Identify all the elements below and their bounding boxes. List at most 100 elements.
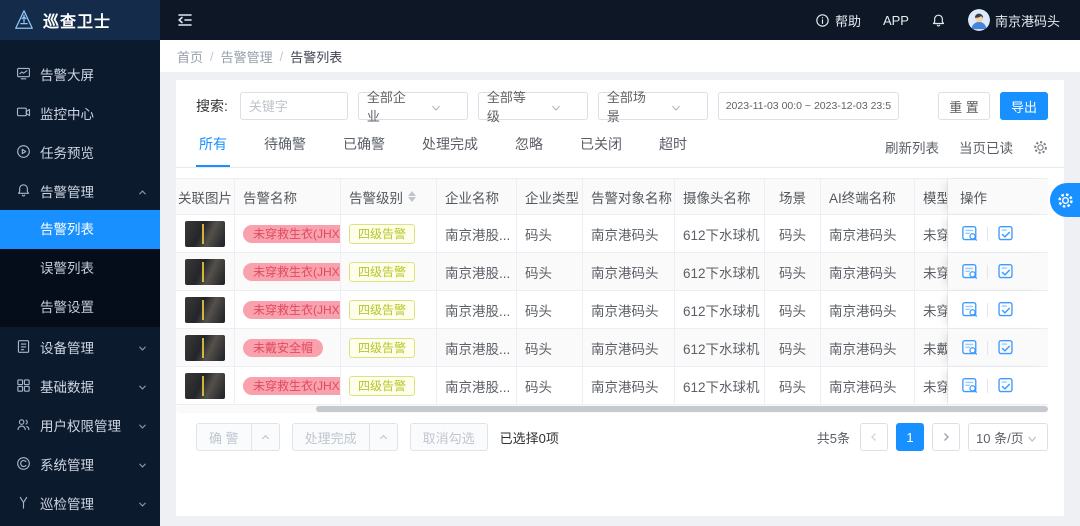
sidebar-item[interactable]: 设备管理 xyxy=(0,327,160,366)
company-select[interactable]: 全部企业 xyxy=(357,90,468,124)
alarm-thumbnail[interactable] xyxy=(185,296,225,323)
sidebar-item[interactable]: 监控中心 xyxy=(0,93,160,132)
confirm-alarm-icon[interactable] xyxy=(996,338,1015,357)
tab-6[interactable]: 超时 xyxy=(656,134,690,167)
notification-bell-icon[interactable] xyxy=(931,13,946,28)
alarm-thumbnail[interactable] xyxy=(185,220,225,247)
tab-0[interactable]: 所有 xyxy=(196,134,230,167)
filter-bar: 搜索: 全部企业 全部等级 全部场景 2023-11-03 00:0 ~ 202… xyxy=(176,80,1064,124)
cell-scene: 码头 xyxy=(765,329,821,366)
cell-company_type: 码头 xyxy=(517,253,583,290)
confirm-alarm-button[interactable]: 确 警 xyxy=(196,423,252,451)
cell-company_type: 码头 xyxy=(517,367,583,404)
sort-icon[interactable] xyxy=(408,191,416,202)
cell-camera: 612下水球机 xyxy=(675,291,765,328)
prev-page-button[interactable] xyxy=(860,423,888,451)
alarm-thumbnail[interactable] xyxy=(185,334,225,361)
view-detail-icon[interactable] xyxy=(960,300,979,319)
sidebar-item[interactable]: 巡检管理 xyxy=(0,483,160,522)
sidebar-subitem[interactable]: 误警列表 xyxy=(0,249,160,288)
view-detail-icon[interactable] xyxy=(960,262,979,281)
sidebar-item[interactable]: 用户权限管理 xyxy=(0,405,160,444)
table-row[interactable]: 未穿救生衣(JHX) 四级告警 南京港股... 码头 南京港码头 612下水球机 码头 南京港… xyxy=(176,215,1048,253)
data-icon xyxy=(16,378,31,393)
confirm-alarm-icon[interactable] xyxy=(996,262,1015,281)
status-tabs: 所有 待确警 已确警 处理完成 忽略 已关闭 超时 刷新列表 当页已读 xyxy=(176,120,1064,168)
breadcrumb-alarm-mgmt[interactable]: 告警管理 xyxy=(221,47,273,66)
sidebar-item-label: 任务预览 xyxy=(40,145,94,161)
breadcrumb-current: 告警列表 xyxy=(290,49,343,65)
cancel-selection-button[interactable]: 取消勾选 xyxy=(409,423,488,451)
alarm-level-badge: 四级告警 xyxy=(349,375,416,396)
column-header: 企业名称 xyxy=(437,179,517,214)
refresh-list-button[interactable]: 刷新列表 xyxy=(885,137,939,157)
table-row[interactable]: 未穿救生衣(JHX) 四级告警 南京港股... 码头 南京港码头 612下水球机 码头 南京港… xyxy=(176,291,1048,329)
confirm-alarm-icon[interactable] xyxy=(996,224,1015,243)
process-complete-button[interactable]: 处理完成 xyxy=(291,423,370,451)
column-settings-gear-icon[interactable] xyxy=(1033,140,1048,155)
cell-company_type: 码头 xyxy=(517,329,583,366)
app-window: 巡查卫士 告警大屏 监控中心 任务预览 告警管理 告警列表 误警列表 告警设置 设备管理 基础数… xyxy=(0,0,1080,526)
sidebar-item[interactable]: 系统管理 xyxy=(0,444,160,483)
sidebar-item-label: 告警大屏 xyxy=(40,67,94,83)
chevron-down-icon xyxy=(137,419,148,430)
info-icon xyxy=(815,13,830,28)
table-row[interactable]: 未戴安全帽四级告警南京港股...码头南京港码头612下水球机码头南京港码头未戴安… xyxy=(176,329,1048,367)
sidebar-item[interactable]: 告警大屏 xyxy=(0,54,160,93)
alarm-thumbnail[interactable] xyxy=(185,372,225,399)
column-header: 告警名称 xyxy=(235,179,341,214)
app-button[interactable]: APP xyxy=(883,13,909,28)
operation-cell xyxy=(948,367,1048,404)
table-row[interactable]: 未穿救生衣(JHX) 四级告警 南京港股... 码头 南京港码头 612下水球机 码头 南京港… xyxy=(176,367,1048,405)
divider xyxy=(987,264,988,279)
scene-select[interactable]: 全部场景 xyxy=(597,90,708,124)
mark-page-read-button[interactable]: 当页已读 xyxy=(959,137,1013,157)
cell-terminal: 南京港码头 xyxy=(821,253,915,290)
process-complete-dropdown[interactable] xyxy=(369,423,398,451)
page-size-select[interactable]: 10 条/页 xyxy=(968,423,1048,451)
collapse-menu-icon[interactable] xyxy=(176,11,194,29)
next-page-button[interactable] xyxy=(932,423,960,451)
tab-1[interactable]: 待确警 xyxy=(261,134,309,167)
export-button[interactable]: 导出 xyxy=(1000,92,1048,120)
sidebar-item[interactable]: 基础数据 xyxy=(0,366,160,405)
sidebar-item[interactable]: 任务预览 xyxy=(0,132,160,171)
level-select[interactable]: 全部等级 xyxy=(477,90,588,124)
user-menu[interactable]: 南京港码头 xyxy=(967,9,1060,31)
users-icon xyxy=(16,417,31,432)
alarm-name-badge: 未穿救生衣(JHX) xyxy=(243,300,340,319)
cell-company: 南京港股... xyxy=(437,215,517,252)
view-detail-icon[interactable] xyxy=(960,338,979,357)
sidebar-item-label: 设备管理 xyxy=(40,340,94,356)
table-row[interactable]: 未穿救生衣(JHX) 四级告警 南京港股... 码头 南京港码头 612下水球机 码头 南京港… xyxy=(176,253,1048,291)
chevron-down-icon xyxy=(137,341,148,352)
column-header[interactable]: 告警级别 xyxy=(341,179,437,214)
tab-2[interactable]: 已确警 xyxy=(340,134,388,167)
cell-camera: 612下水球机 xyxy=(675,329,765,366)
help-button[interactable]: 帮助 xyxy=(815,11,861,30)
sidebar-subitem[interactable]: 告警设置 xyxy=(0,288,160,327)
theme-settings-gear-icon[interactable] xyxy=(1050,183,1080,217)
confirm-alarm-dropdown[interactable] xyxy=(251,423,280,451)
view-detail-icon[interactable] xyxy=(960,376,979,395)
reset-button[interactable]: 重 置 xyxy=(938,92,990,120)
date-range-picker[interactable]: 2023-11-03 00:0 ~ 2023-12-03 23:5 xyxy=(717,92,899,120)
sidebar-subitem[interactable]: 告警列表 xyxy=(0,210,160,249)
keyword-input[interactable] xyxy=(239,92,348,120)
tab-4[interactable]: 忽略 xyxy=(512,134,546,167)
view-detail-icon[interactable] xyxy=(960,224,979,243)
page-number-button[interactable]: 1 xyxy=(896,423,924,451)
alarm-name-badge: 未穿救生衣(JHX) xyxy=(243,376,340,395)
cell-target: 南京港码头 xyxy=(583,215,675,252)
scrollbar-thumb[interactable] xyxy=(315,406,1048,412)
breadcrumb-home[interactable]: 首页 xyxy=(177,47,203,66)
tab-5[interactable]: 已关闭 xyxy=(577,134,625,167)
alarm-table: 关联图片 告警名称 告警级别 企业名称 企业类型 告警对象名称 摄像头名称 场景 AI终端名称模… xyxy=(176,178,1048,405)
confirm-alarm-icon[interactable] xyxy=(996,376,1015,395)
alarm-thumbnail[interactable] xyxy=(185,258,225,285)
tab-3[interactable]: 处理完成 xyxy=(419,134,481,167)
confirm-alarm-icon[interactable] xyxy=(996,300,1015,319)
search-label: 搜索: xyxy=(196,98,228,114)
cell-terminal: 南京港码头 xyxy=(821,215,915,252)
sidebar-item[interactable]: 告警管理 xyxy=(0,171,160,210)
